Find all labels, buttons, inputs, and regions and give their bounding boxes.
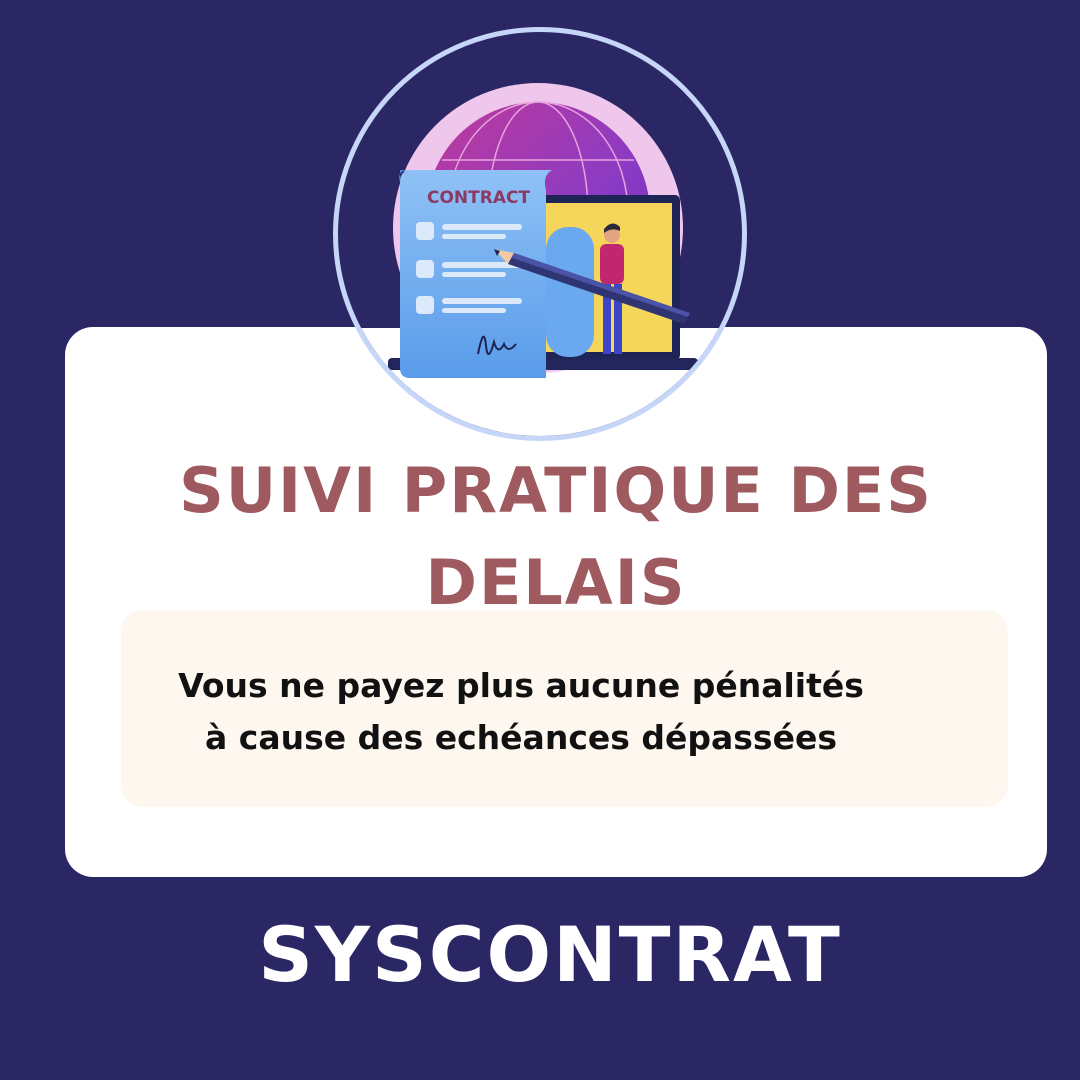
scroll-roll [546, 227, 594, 357]
illustration-badge: CONTRACT [333, 27, 747, 441]
subtitle-line-1: Vous ne payez plus aucune pénalités [178, 666, 864, 705]
title-line-1: SUIVI PRATIQUE DES [179, 454, 933, 527]
document-label: CONTRACT [427, 188, 530, 208]
brand-name: SYSCONTRAT [258, 910, 842, 999]
contract-signing-illustration: CONTRACT [338, 83, 742, 436]
page-title: SUIVI PRATIQUE DES DELAIS [65, 445, 1047, 629]
subtitle-line-2: à cause des echéances dépassées [205, 718, 837, 757]
subtitle-text: Vous ne payez plus aucune pénalités à ca… [121, 660, 921, 764]
contract-document: CONTRACT [399, 170, 552, 378]
